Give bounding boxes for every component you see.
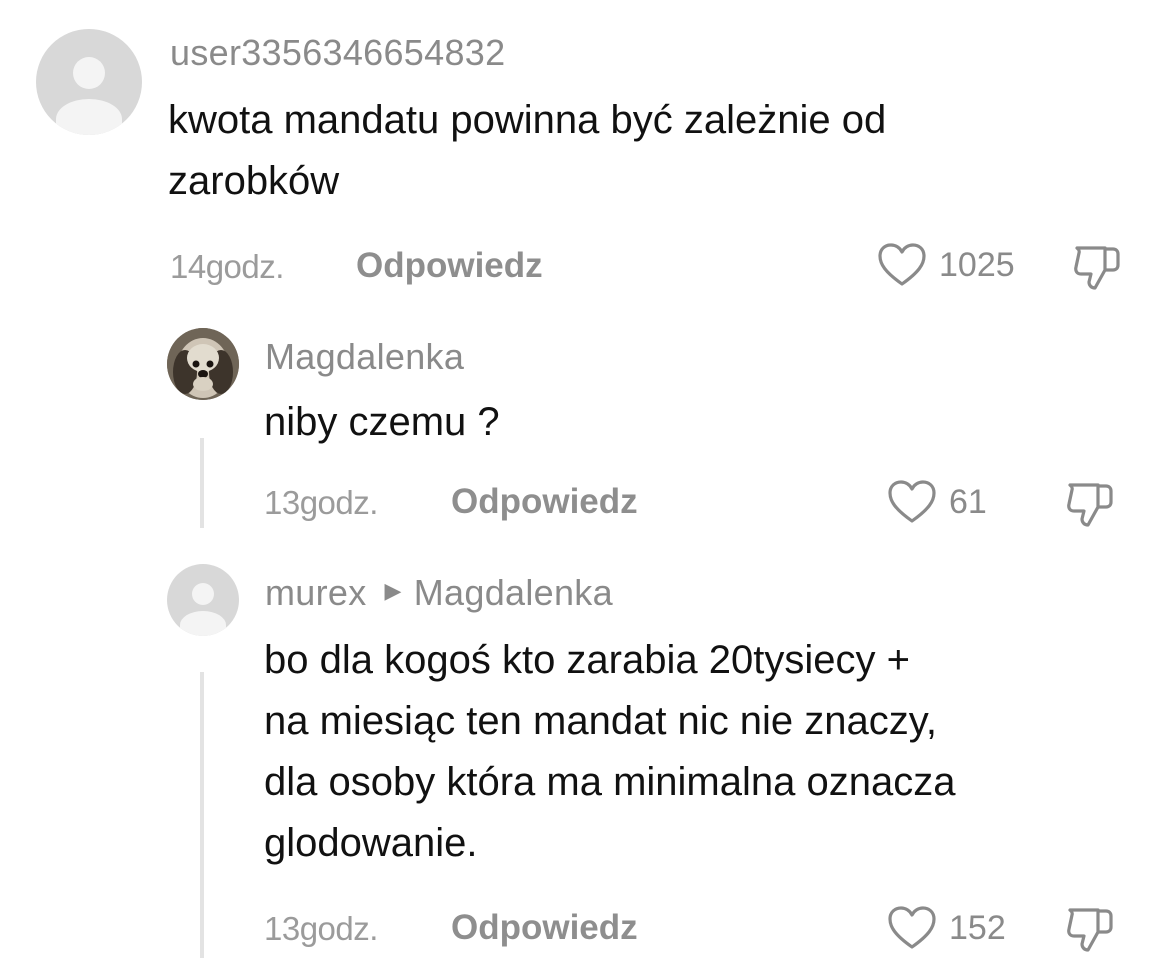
comment-username[interactable]: Magdalenka [265,336,464,378]
like-count: 152 [949,908,1006,947]
reply-target[interactable]: Magdalenka [414,572,613,613]
like-button[interactable]: 152 [887,905,1006,951]
heart-outline-icon [888,906,936,949]
like-button[interactable]: 61 [887,479,987,525]
avatar[interactable] [36,29,142,135]
dislike-button[interactable] [1064,481,1116,534]
comment-text-line: kwota mandatu powinna być zależnie od [168,98,887,142]
comment-time: 14godz. [170,248,284,285]
thread-line [200,672,204,958]
heart-outline-icon [888,480,936,523]
comment-username[interactable]: murex ▶ Magdalenka [265,572,613,614]
comment-text-line: glodowanie. [264,821,478,865]
comment-text-line: na miesiąc ten mandat nic nie znaczy, [264,699,937,743]
like-count: 61 [949,482,987,521]
reply-button[interactable]: Odpowiedz [356,246,543,286]
avatar[interactable] [167,328,239,400]
reply-author[interactable]: murex [265,572,367,613]
dislike-button[interactable] [1064,906,1116,959]
thread-line [200,438,204,528]
comment-text-line: dla osoby która ma minimalna oznacza [264,760,956,804]
comment-time: 13godz. [264,910,378,947]
avatar[interactable] [167,564,239,636]
like-button[interactable]: 1025 [877,242,1015,288]
reply-button[interactable]: Odpowiedz [451,482,638,522]
thumbs-down-outline-icon [1067,483,1113,527]
comment-text-line: bo dla kogoś kto zarabia 20tysiecy + [264,638,910,682]
dislike-button[interactable] [1071,244,1123,297]
comment-username[interactable]: user3356346654832 [170,32,505,74]
comment-text-line: niby czemu ? [264,400,500,444]
comment-text-line: zarobków [168,159,340,203]
thumbs-down-outline-icon [1067,908,1113,952]
heart-outline-icon [878,243,926,286]
triangle-right-icon: ▶ [384,578,402,604]
like-count: 1025 [939,245,1015,284]
comment-time: 13godz. [264,484,378,521]
reply-button[interactable]: Odpowiedz [451,908,638,948]
thumbs-down-outline-icon [1074,246,1120,290]
dog-photo-icon [167,328,239,400]
